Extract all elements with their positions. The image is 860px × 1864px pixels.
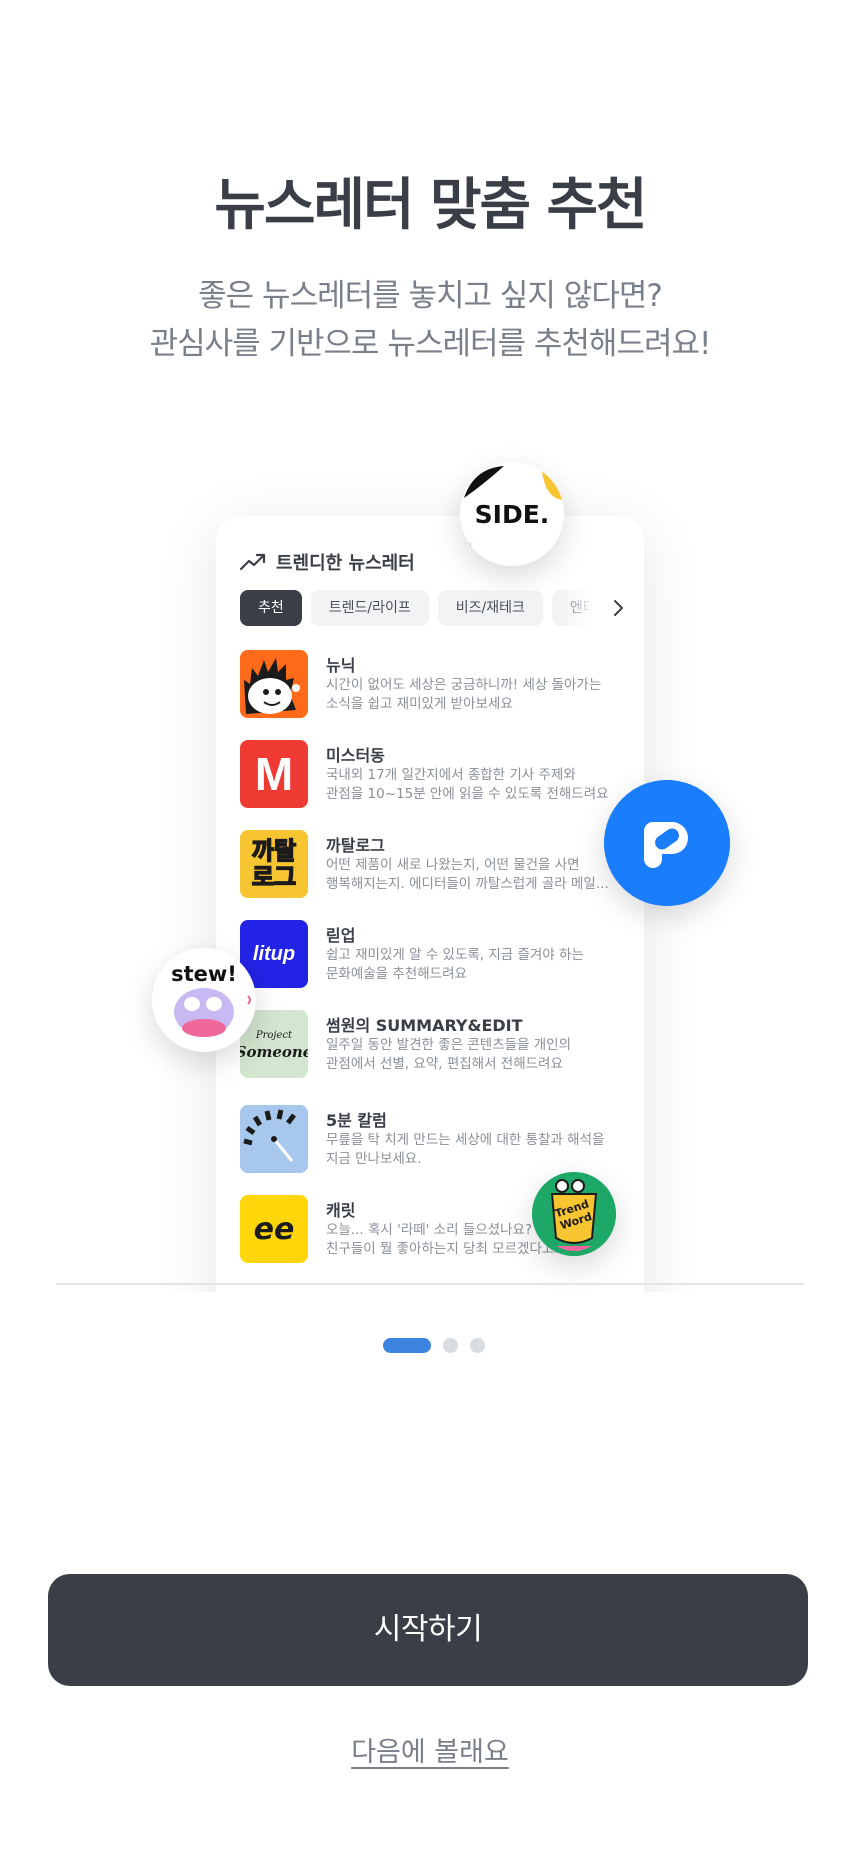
section-divider xyxy=(56,1283,804,1285)
page-subtitle: 좋은 뉴스레터를 놓치고 싶지 않다면? 관심사를 기반으로 뉴스레터를 추천해… xyxy=(0,272,860,368)
card-title: 트렌디한 뉴스레터 xyxy=(276,553,415,574)
trendword-badge: Trend Word xyxy=(532,1172,616,1256)
item-desc: 쉽고 재미있게 알 수 있도록, 지금 즐겨야 하는 문화예술을 추천해드려요 xyxy=(326,947,584,982)
someone-logo-text-1: Project xyxy=(255,1030,293,1041)
item-name: 까탈로그 xyxy=(326,836,385,855)
start-button[interactable]: 시작하기 xyxy=(48,1574,808,1686)
mrdong-logo: M xyxy=(240,740,308,808)
list-item[interactable]: 까탈 로그 까탈로그 어떤 제품이 새로 나왔는지, 어떤 물건을 사면 행복해지… xyxy=(240,830,630,902)
catalog-logo-text-2: 로그 xyxy=(251,863,297,891)
item-desc: 국내외 17개 일간지에서 종합한 기사 주제와 관점을 10~15분 안에 읽을… xyxy=(326,767,609,802)
careet-logo: ee xyxy=(240,1195,308,1263)
list-item[interactable]: Project Someone 썸원의 SUMMARY&EDIT 일주일 동안 … xyxy=(240,1010,630,1082)
page-title: 뉴스레터 맞춤 추천 xyxy=(214,173,647,238)
newneek-logo xyxy=(240,650,308,718)
item-name: 미스터동 xyxy=(326,746,385,765)
pandora-badge xyxy=(604,780,730,906)
careet-logo-text: ee xyxy=(253,1211,295,1247)
page-dot-2[interactable] xyxy=(443,1338,458,1353)
list-item[interactable]: 뉴닉 시간이 없어도 세상은 궁금하니까! 세상 돌아가는 소식을 쉽고 재미있게… xyxy=(240,650,630,722)
item-desc: 어떤 제품이 새로 나왔는지, 어떤 물건을 사면 행복해지는지. 에디터들이 까… xyxy=(326,857,609,892)
stew-badge: stew! xyxy=(152,948,256,1052)
chip-recommended[interactable]: 추천 xyxy=(240,590,302,626)
page-dot-3[interactable] xyxy=(470,1338,485,1353)
chip-biz-finance[interactable]: 비즈/재테크 xyxy=(437,590,543,626)
page-dot-1[interactable] xyxy=(383,1338,431,1353)
item-desc: 일주일 동안 발견한 좋은 콘텐츠들을 개인의 관점에서 선별, 요약, 편집해서… xyxy=(326,1037,572,1072)
catalog-logo-text-1: 까탈 xyxy=(251,837,297,865)
item-name: 5분 칼럼 xyxy=(326,1111,387,1130)
card-header: 트렌디한 뉴스레터 xyxy=(240,546,415,578)
item-name: 릳업 xyxy=(326,926,356,945)
item-name: 썸원의 SUMMARY&EDIT xyxy=(326,1016,523,1035)
list-item[interactable]: litup 릳업 쉽고 재미있게 알 수 있도록, 지금 즐겨야 하는 문화예술을… xyxy=(240,920,630,992)
side-badge: SIDE. xyxy=(460,462,564,566)
side-badge-text: SIDE. xyxy=(474,500,550,529)
item-desc: 무릎을 탁 치게 만드는 세상에 대한 통찰과 해석을 지금 만나보세요. xyxy=(326,1132,605,1167)
chip-trend-life[interactable]: 트렌드/라이프 xyxy=(310,590,429,626)
catalog-logo: 까탈 로그 xyxy=(240,830,308,898)
chevron-right-icon[interactable] xyxy=(608,598,628,618)
item-desc: 시간이 없어도 세상은 궁금하니까! 세상 돌아가는 소식을 쉽고 재미있게 받아… xyxy=(326,677,602,712)
list-item[interactable]: M 미스터동 국내외 17개 일간지에서 종합한 기사 주제와 관점을 10~15… xyxy=(240,740,630,812)
list-item[interactable]: 5분 칼럼 무릎을 탁 치게 만드는 세상에 대한 통찰과 해석을 지금 만나보세… xyxy=(240,1105,630,1177)
item-name: 캐릿 xyxy=(326,1201,356,1220)
trending-up-icon xyxy=(240,553,266,571)
five-minute-column-logo xyxy=(240,1105,308,1173)
subtitle-line-2: 관심사를 기반으로 뉴스레터를 추천해드려요! xyxy=(149,326,712,362)
page-indicator xyxy=(0,1338,860,1353)
preview-illustration: 트렌디한 뉴스레터 추천 트렌드/라이프 비즈/재테크 엔터 xyxy=(0,440,860,1292)
stew-badge-text: stew! xyxy=(171,962,237,986)
skip-link[interactable]: 다음에 볼래요 xyxy=(0,1730,860,1769)
litup-logo-text: litup xyxy=(252,942,296,965)
item-name: 뉴닉 xyxy=(326,656,356,675)
mrdong-logo-text: M xyxy=(254,748,294,800)
subtitle-line-1: 좋은 뉴스레터를 놓치고 싶지 않다면? xyxy=(198,278,663,314)
